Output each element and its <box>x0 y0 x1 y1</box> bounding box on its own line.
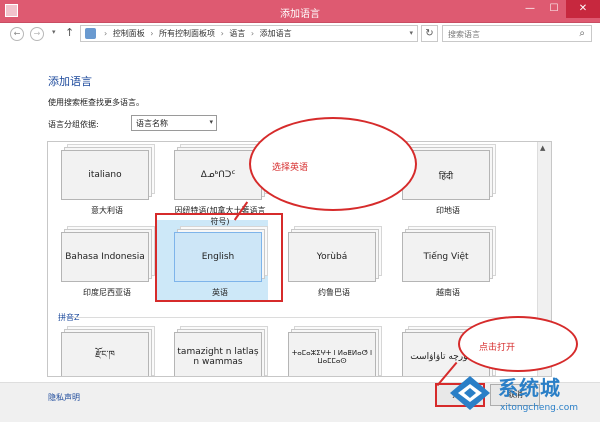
chevron-down-icon: ▾ <box>209 118 213 126</box>
breadcrumb-separator: › <box>150 29 154 38</box>
tile-box: Yorùbá <box>288 232 376 282</box>
tile-label: 越南语 <box>436 288 460 297</box>
search-input[interactable]: 搜索语言 ⌕ <box>442 25 592 42</box>
search-icon[interactable]: ⌕ <box>579 28 585 39</box>
navigation-bar: ← → ▾ ↑ › 控制面板 › 所有控制面板项 › 语言 › 添加语言 ▾ ↻… <box>0 23 600 45</box>
section-divider <box>72 317 532 318</box>
tile-native-name: ⵜⴰⵎⴰⵣⵉⵖⵜ ⵏ ⵍⴰⵟⵍⴰⵚ ⵏ ⵡⴰⵎⵎⴰⵙ <box>291 349 373 365</box>
breadcrumb-item-control-panel[interactable]: 控制面板 <box>113 29 145 38</box>
watermark-brand: 系统城 <box>498 376 561 400</box>
back-button[interactable]: ← <box>10 27 24 41</box>
breadcrumb: › 控制面板 › 所有控制面板项 › 语言 › 添加语言 <box>101 28 292 39</box>
watermark-logo <box>450 376 490 410</box>
breadcrumb-separator: › <box>250 29 255 38</box>
minimize-button[interactable]: — <box>518 0 542 18</box>
tile-native-name: italiano <box>88 170 122 180</box>
group-by-label: 语言分组依据: <box>48 120 99 129</box>
forward-button[interactable]: → <box>30 27 44 41</box>
breadcrumb-separator: › <box>104 29 108 38</box>
tile-box: ⵜⴰⵎⴰⵣⵉⵖⵜ ⵏ ⵍⴰⵟⵍⴰⵚ ⵏ ⵡⴰⵎⵎⴰⵙ <box>288 332 376 376</box>
breadcrumb-separator: › <box>220 29 224 38</box>
breadcrumb-item-language[interactable]: 语言 <box>229 29 245 38</box>
title-bar: 添加语言 — ☐ ✕ <box>0 0 600 23</box>
window-title: 添加语言 <box>280 9 320 20</box>
group-by-select[interactable]: 语言名称 ▾ <box>131 115 217 131</box>
tile-native-name: Yorùbá <box>316 252 348 262</box>
tile-box: Tiếng Việt <box>402 232 490 282</box>
tile-box: italiano <box>61 150 149 200</box>
refresh-button[interactable]: ↻ <box>421 25 438 42</box>
privacy-link[interactable]: 隐私声明 <box>48 392 80 403</box>
tile-native-name: ᐃᓄᒃᑎᑐᑦ <box>200 170 236 180</box>
watermark: 系统城 xitongcheng.com <box>448 370 600 421</box>
callout-text-open: 点击打开 <box>479 343 516 353</box>
recent-locations-icon[interactable]: ▾ <box>52 28 56 36</box>
language-tile-indonesian[interactable]: Bahasa Indonesia 印度尼西亚语 <box>61 232 156 298</box>
tile-label: 印地语 <box>436 206 460 215</box>
language-tile-italiano[interactable]: italiano 意大利语 <box>61 150 156 216</box>
watermark-site: xitongcheng.com <box>500 403 578 413</box>
tile-native-name: རྫོང་ཁ <box>95 349 115 360</box>
tile-box: Bahasa Indonesia <box>61 232 149 282</box>
chevron-down-icon[interactable]: ▾ <box>409 29 413 37</box>
scroll-up-icon[interactable]: ▲ <box>540 144 545 152</box>
tile-box: tamazight n latlaṣ n wammas <box>174 332 262 376</box>
tile-box: རྫོང་ཁ <box>61 332 149 376</box>
tile-native-name: tamazight n latlaṣ n wammas <box>177 347 259 367</box>
close-button[interactable]: ✕ <box>566 0 600 18</box>
language-tile-tamazight-tifinagh[interactable]: ⵜⴰⵎⴰⵣⵉⵖⵜ ⵏ ⵍⴰⵟⵍⴰⵚ ⵏ ⵡⴰⵎⵎⴰⵙ <box>288 332 383 376</box>
tile-native-name: Tiếng Việt <box>423 252 469 262</box>
tile-label: 约鲁巴语 <box>318 288 350 297</box>
intro-text: 使用搜索框查找更多语言。 <box>48 98 144 107</box>
control-panel-icon <box>85 28 96 39</box>
language-tile-tamazight-latin[interactable]: tamazight n latlaṣ n wammas <box>174 332 269 376</box>
language-tile-dzongkha[interactable]: རྫོང་ཁ <box>61 332 156 376</box>
group-by-value: 语言名称 <box>136 119 168 128</box>
address-bar[interactable]: › 控制面板 › 所有控制面板项 › 语言 › 添加语言 ▾ <box>80 25 418 42</box>
maximize-button[interactable]: ☐ <box>542 0 566 18</box>
up-button[interactable]: ↑ <box>65 26 74 39</box>
page-title: 添加语言 <box>48 75 92 88</box>
breadcrumb-item-all-items[interactable]: 所有控制面板项 <box>159 29 215 38</box>
breadcrumb-item-add-language[interactable]: 添加语言 <box>260 29 292 38</box>
tile-label: 印度尼西亚语 <box>83 288 131 297</box>
callout-bubble-open <box>458 316 578 372</box>
tile-label: 意大利语 <box>91 206 123 215</box>
highlight-box-english <box>155 213 283 302</box>
language-tile-yoruba[interactable]: Yorùbá 约鲁巴语 <box>288 232 383 298</box>
language-tile-vietnamese[interactable]: Tiếng Việt 越南语 <box>402 232 497 298</box>
callout-text-select: 选择英语 <box>272 163 309 173</box>
tile-native-name: Bahasa Indonesia <box>65 252 145 262</box>
search-placeholder: 搜索语言 <box>448 30 480 39</box>
